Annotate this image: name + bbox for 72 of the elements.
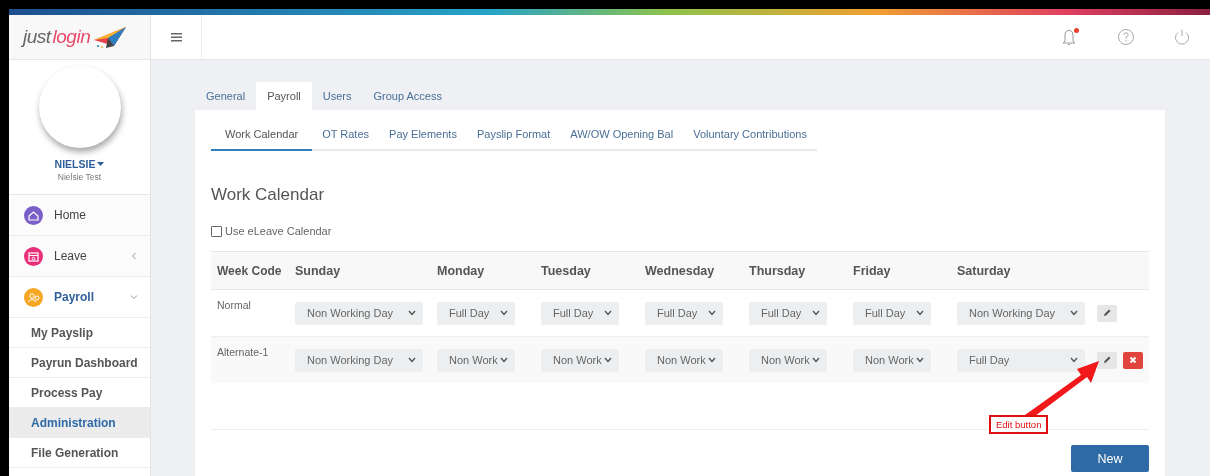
column-header: Saturday bbox=[951, 251, 1091, 290]
new-button[interactable]: New bbox=[1071, 445, 1149, 472]
help-icon[interactable] bbox=[1117, 28, 1135, 46]
edit-button[interactable] bbox=[1097, 351, 1117, 369]
subtab[interactable]: Payslip Format bbox=[466, 128, 561, 151]
subtab[interactable]: AW/OW Opening Bal bbox=[560, 128, 684, 151]
sidebar-subitem[interactable]: Administration bbox=[9, 408, 150, 438]
column-header: Sunday bbox=[289, 251, 431, 290]
chevron-down-icon bbox=[604, 357, 612, 363]
dropdown[interactable]: Full Day bbox=[645, 301, 723, 325]
dropdown[interactable]: Non Work bbox=[437, 348, 515, 372]
sidebar-item[interactable]: Home bbox=[9, 195, 150, 236]
dropdown[interactable]: Non Work bbox=[541, 348, 619, 372]
section-heading: Work Calendar bbox=[211, 185, 325, 205]
chevron-down-icon bbox=[708, 357, 716, 363]
pencil-icon bbox=[1103, 356, 1111, 364]
dropdown[interactable]: Non Work bbox=[749, 348, 827, 372]
dropdown[interactable]: Non Work bbox=[853, 348, 931, 372]
column-header: Thursday bbox=[743, 251, 847, 290]
logo-text: login bbox=[52, 26, 91, 48]
dropdown[interactable]: Full Day bbox=[957, 348, 1085, 372]
chevron-down-icon bbox=[1070, 357, 1078, 363]
subtab[interactable]: OT Rates bbox=[312, 128, 380, 151]
chevron-down-icon bbox=[500, 357, 508, 363]
caret-icon bbox=[97, 161, 105, 167]
user-full-name: Nielsie Test bbox=[57, 172, 102, 182]
tab[interactable]: General bbox=[195, 82, 257, 110]
tab[interactable]: Group Access bbox=[362, 82, 453, 110]
column-header: Monday bbox=[431, 251, 535, 290]
subtab[interactable]: Voluntary Contributions bbox=[683, 128, 817, 151]
dropdown[interactable]: Full Day bbox=[749, 301, 827, 325]
table-cell: Normal bbox=[211, 289, 289, 337]
dropdown[interactable]: Full Day bbox=[853, 301, 931, 325]
edit-button[interactable] bbox=[1097, 304, 1117, 322]
logo-text: just bbox=[23, 26, 51, 48]
chevron-down-icon bbox=[812, 310, 820, 316]
chevron-down-icon bbox=[916, 357, 924, 363]
column-header: Tuesday bbox=[535, 251, 639, 290]
chevron-down-icon bbox=[604, 310, 612, 316]
chevron-down-icon bbox=[408, 357, 416, 363]
tab[interactable]: Payroll bbox=[256, 82, 312, 110]
subtab[interactable]: Pay Elements bbox=[379, 128, 467, 151]
annotation-label: Edit button bbox=[989, 415, 1049, 434]
dropdown[interactable]: Non Working Day bbox=[295, 348, 423, 372]
user-menu[interactable]: NIELSIE bbox=[54, 158, 105, 170]
paper-plane-icon bbox=[92, 24, 129, 50]
sidebar-item[interactable]: Leave bbox=[9, 236, 150, 277]
menu-icon bbox=[170, 32, 182, 42]
chevron-down-icon bbox=[916, 310, 924, 316]
column-header: Wednesday bbox=[639, 251, 743, 290]
subtab[interactable]: Work Calendar bbox=[211, 128, 313, 151]
chevron-down-icon bbox=[408, 310, 416, 316]
tab[interactable]: Users bbox=[311, 82, 363, 110]
checkbox[interactable] bbox=[211, 225, 222, 237]
table-cell: Alternate-1 bbox=[211, 336, 289, 383]
logo[interactable]: justlogin bbox=[9, 15, 150, 60]
chevron-down-icon bbox=[500, 310, 508, 316]
delete-button[interactable] bbox=[1123, 351, 1143, 369]
column-header: Friday bbox=[847, 251, 951, 290]
pencil-icon bbox=[1103, 309, 1111, 317]
checkbox-label: Use eLeave Calendar bbox=[225, 225, 332, 237]
dropdown[interactable]: Non Working Day bbox=[957, 301, 1085, 325]
dropdown[interactable]: Full Day bbox=[437, 301, 515, 325]
notification-bell-icon[interactable] bbox=[1060, 27, 1080, 47]
column-header: Week Code bbox=[211, 251, 289, 290]
dropdown[interactable]: Non Working Day bbox=[295, 301, 423, 325]
chevron-down-icon bbox=[1070, 310, 1078, 316]
chevron-down-icon bbox=[708, 310, 716, 316]
dropdown[interactable]: Full Day bbox=[541, 301, 619, 325]
dropdown[interactable]: Non Work bbox=[645, 348, 723, 372]
close-icon bbox=[1129, 356, 1137, 364]
chevron-down-icon bbox=[812, 357, 820, 363]
